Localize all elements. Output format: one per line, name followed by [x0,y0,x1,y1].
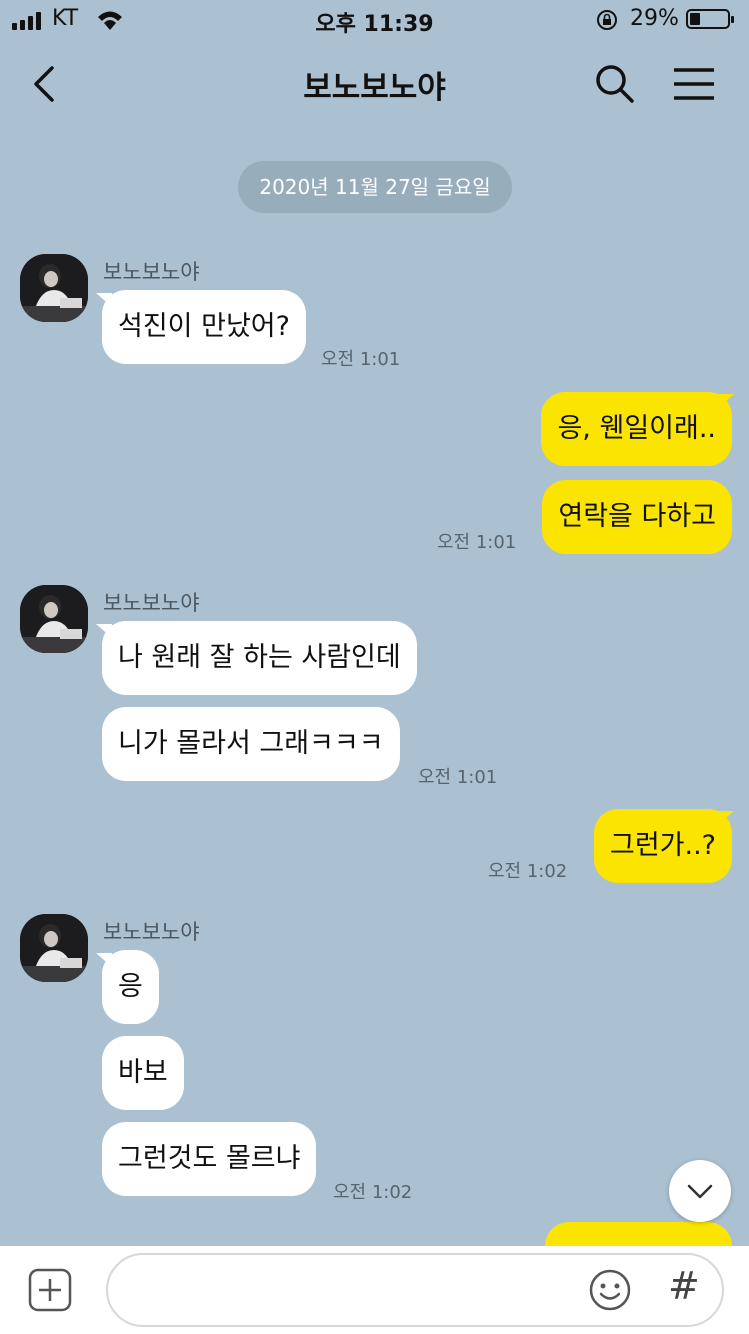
orientation-lock-icon [597,10,617,30]
avatar-photo [20,914,88,982]
chevron-down-icon [687,1184,713,1199]
message-bubble[interactable]: 그런가..? [593,809,732,883]
plus-icon[interactable] [28,1268,72,1312]
search-icon[interactable] [594,62,636,106]
message-time: 오전 1:02 [333,1182,413,1203]
sender-name: 보노보노야 [103,260,200,284]
message-bubble[interactable]: 니가 몰라서 그래ㅋㅋㅋ [102,707,400,781]
avatar-photo [20,585,88,653]
date-divider: 2020년 11월 27일 금요일 [238,161,512,213]
chat-title: 보노보노야 [303,70,446,106]
avatar[interactable] [20,254,88,322]
avatar[interactable] [20,914,88,982]
message-bubble[interactable]: 바보 [102,1036,184,1110]
message-time: 오전 1:02 [488,861,568,882]
status-bar: KT 오후 11:39 29% [0,0,749,44]
message-time: 오전 1:01 [437,532,517,553]
message-time: 오전 1:01 [418,767,498,788]
message-bubble[interactable]: 응, 웬일이래.. [541,392,732,466]
message-bubble[interactable]: 연락을 다하고 [542,480,732,554]
avatar[interactable] [20,585,88,653]
emoji-icon[interactable] [588,1268,632,1312]
message-bubble[interactable]: 응 [102,950,159,1024]
sender-name: 보노보노야 [103,591,200,615]
avatar-photo [20,254,88,322]
message-bubble[interactable]: 그런것도 몰르냐 [102,1122,317,1196]
message-bubble[interactable]: 나 원래 잘 하는 사람인데 [102,621,417,695]
menu-icon[interactable] [672,66,716,102]
message-time: 오전 1:01 [321,349,401,370]
sender-name: 보노보노야 [103,920,200,944]
battery-icon [686,9,734,29]
hash-icon[interactable]: # [668,1264,700,1308]
battery-percent: 29% [630,6,679,31]
message-bubble[interactable]: 석진이 만났어? [102,290,306,364]
scroll-down-button[interactable] [669,1160,731,1222]
